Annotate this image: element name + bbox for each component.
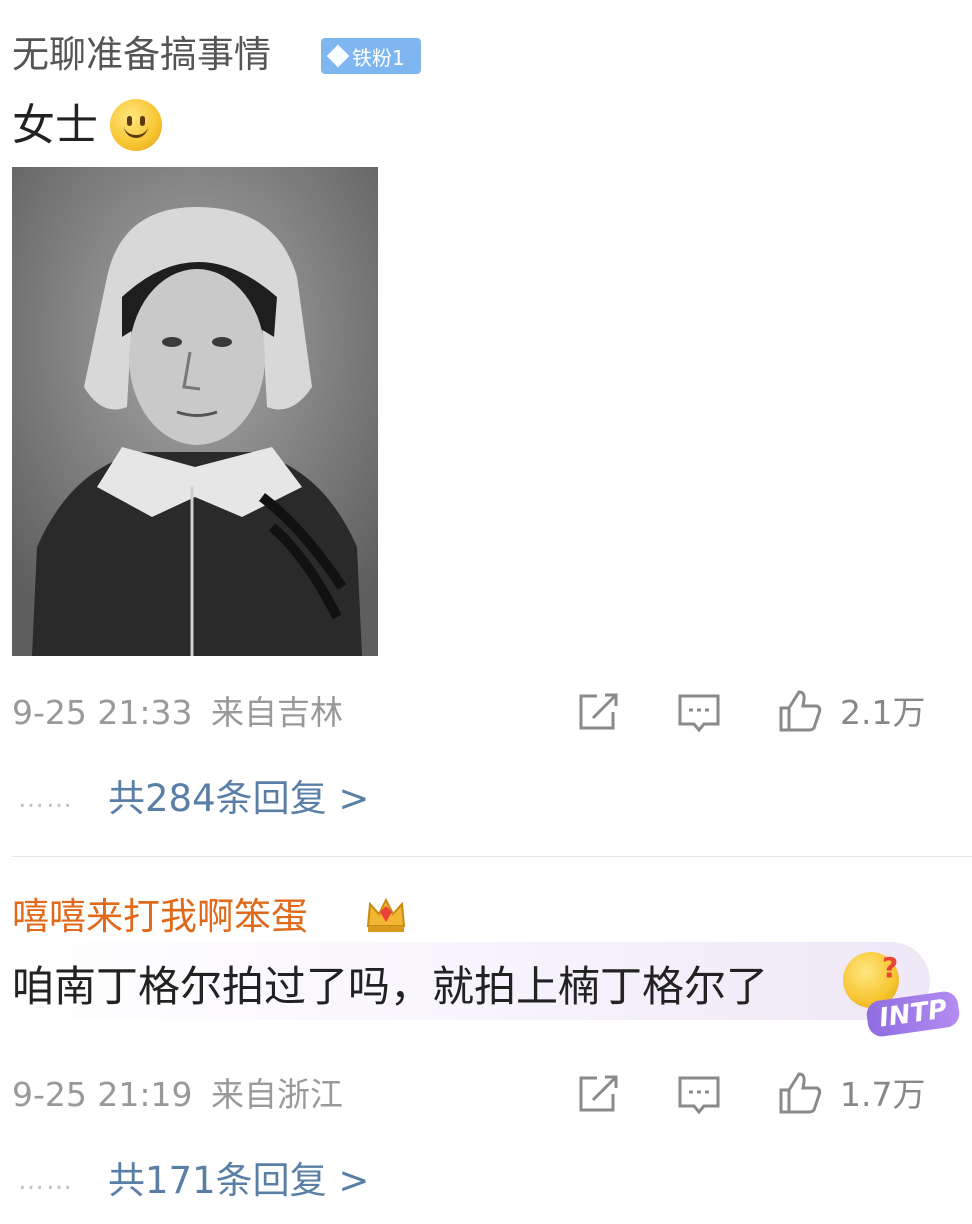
crown-icon	[366, 897, 406, 932]
diamond-icon	[326, 44, 350, 68]
comment-2-time: 9-25 21:19	[12, 1075, 193, 1114]
comment-image[interactable]	[12, 167, 378, 656]
comment-1-like-count: 2.1万	[840, 693, 926, 732]
comment-2-location: 来自浙江	[211, 1075, 343, 1114]
comment-1-replies-link[interactable]: 共284条回复 >	[108, 774, 369, 824]
comment-2-replies-link[interactable]: 共171条回复 >	[108, 1156, 369, 1206]
comment-2-like-count: 1.7万	[840, 1075, 926, 1114]
smile-emoji	[110, 99, 162, 151]
fan-badge-label: 铁粉1	[352, 45, 405, 70]
reply-dots: ……	[18, 784, 74, 814]
comment-1-username[interactable]: 无聊准备搞事情	[12, 30, 271, 80]
comment-icon[interactable]	[676, 690, 722, 736]
question-mark-icon: ?	[882, 951, 899, 984]
like-icon[interactable]	[777, 688, 823, 734]
portrait-photo	[12, 167, 378, 656]
comment-1-location: 来自吉林	[211, 693, 343, 732]
comment-icon[interactable]	[676, 1072, 722, 1118]
fan-badge[interactable]: 铁粉1	[321, 38, 421, 74]
share-icon[interactable]	[575, 690, 621, 736]
like-icon[interactable]	[777, 1070, 823, 1116]
reply-dots: ……	[18, 1166, 74, 1196]
comment-1-time: 9-25 21:33	[12, 693, 193, 732]
comment-divider	[12, 856, 972, 857]
comment-2-text: 咱南丁格尔拍过了吗，就拍上楠丁格尔了	[12, 962, 769, 1011]
comment-1-text: 女士	[12, 101, 98, 151]
comment-2-username[interactable]: 嘻嘻来打我啊笨蛋	[12, 892, 308, 942]
share-icon[interactable]	[575, 1072, 621, 1118]
